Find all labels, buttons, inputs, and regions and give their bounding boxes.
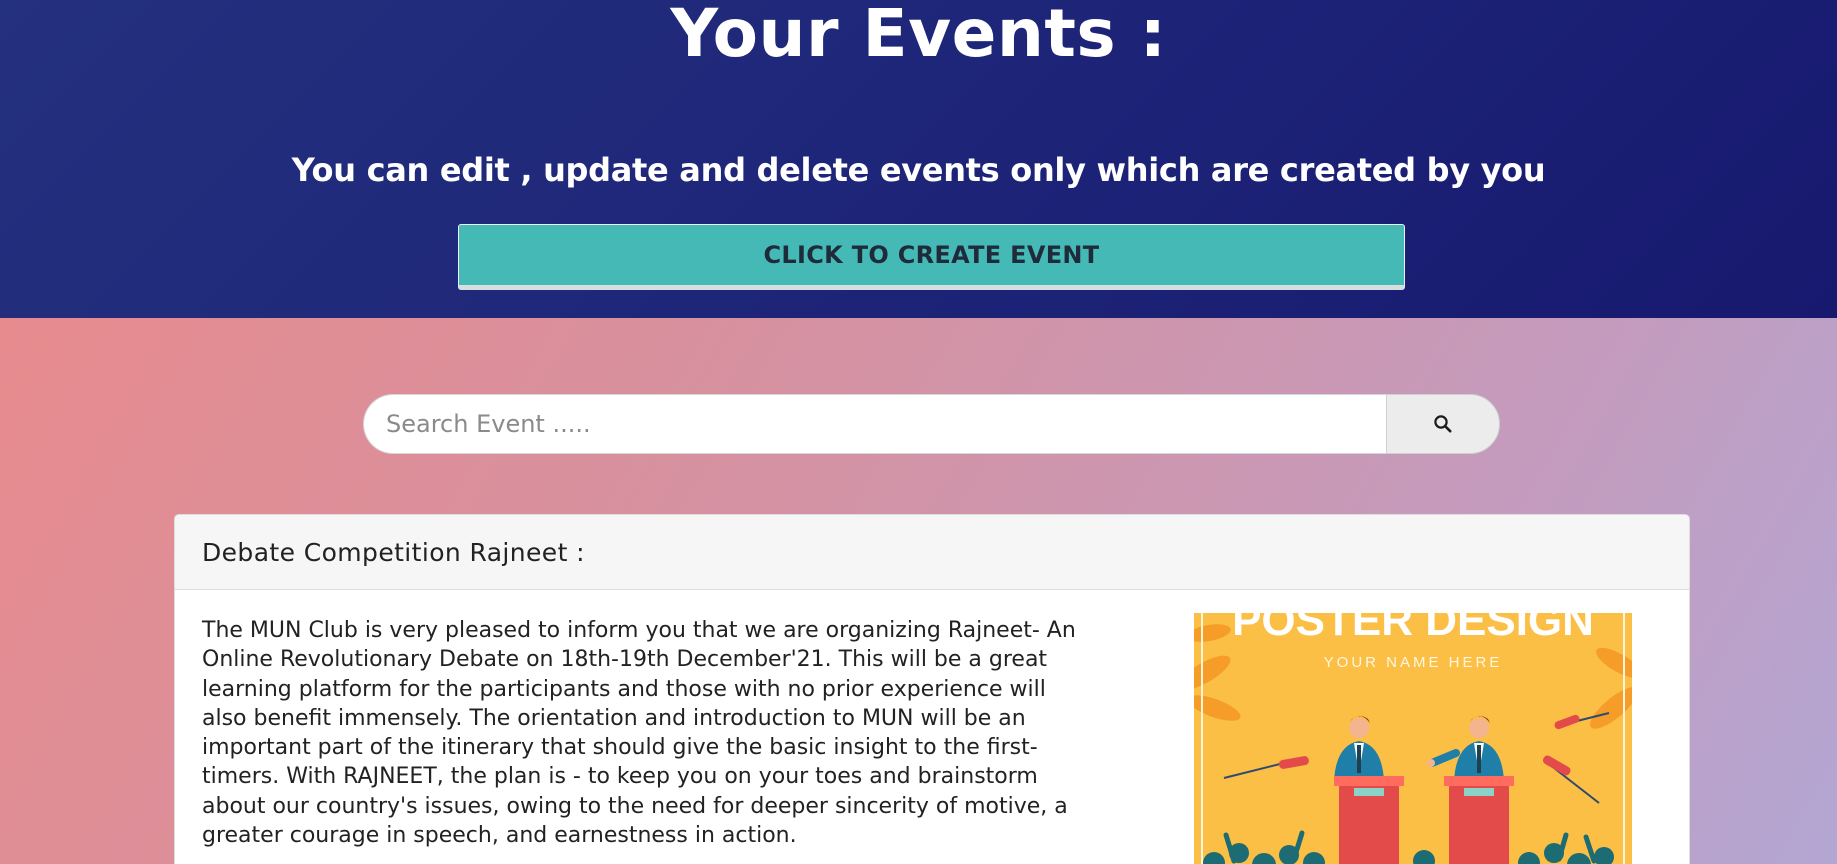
search-button[interactable] — [1386, 394, 1500, 454]
page-subtitle: You can edit , update and delete events … — [291, 151, 1546, 189]
event-title: Debate Competition Rajneet : — [202, 537, 585, 567]
event-card-body: The MUN Club is very pleased to inform y… — [175, 590, 1689, 864]
search-icon — [1434, 415, 1452, 433]
event-description: The MUN Club is very pleased to inform y… — [202, 618, 1076, 849]
hero-header: Your Events : You can edit , update and … — [0, 0, 1837, 318]
create-event-button[interactable]: CLICK TO CREATE EVENT — [458, 224, 1405, 290]
search-input[interactable] — [363, 394, 1386, 454]
event-card-header: Debate Competition Rajneet : — [175, 515, 1689, 590]
page-title: Your Events : — [670, 0, 1167, 72]
search-bar — [363, 394, 1500, 454]
event-poster-image: POSTER DESIGN YOUR NAME HERE — [1194, 613, 1632, 864]
poster-illustration: POSTER DESIGN YOUR NAME HERE — [1194, 613, 1632, 864]
poster-subheading: YOUR NAME HERE — [1324, 654, 1503, 671]
event-card: Debate Competition Rajneet : The MUN Clu… — [174, 514, 1690, 864]
poster-heading: POSTER DESIGN — [1232, 613, 1594, 645]
